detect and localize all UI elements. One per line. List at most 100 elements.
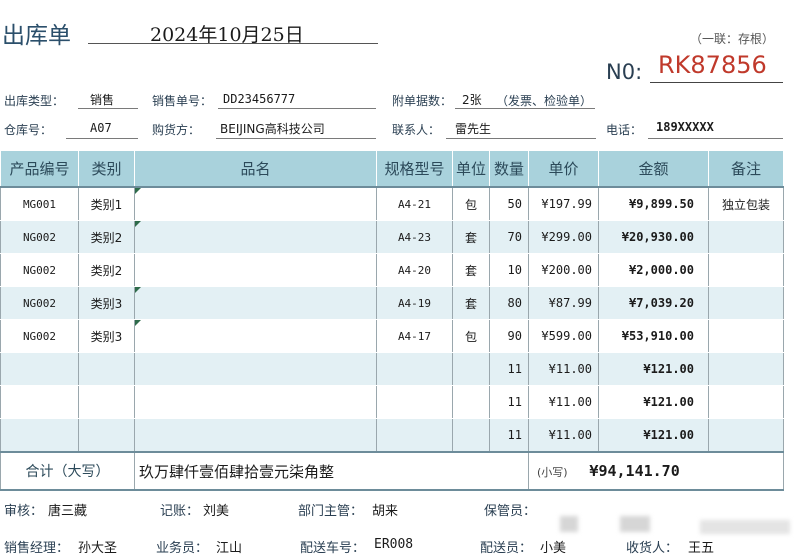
cell-amount[interactable]: ¥121.00 [598,385,709,419]
cell-note[interactable] [708,253,784,287]
cell-note[interactable] [708,385,784,419]
cell-amount[interactable]: ¥121.00 [598,352,709,386]
cell-note[interactable] [708,286,784,320]
cell-spec[interactable]: A4-20 [376,253,453,287]
number-label: N0: [606,60,643,84]
total-amount-number: ¥94,141.70 [589,462,680,480]
cell-spec[interactable]: A4-17 [376,319,453,353]
review-value: 唐三藏 [48,504,88,519]
sales-order-value: DD23456777 [223,92,296,106]
cell-qty[interactable]: 11 [489,352,529,386]
cell-qty[interactable]: 11 [489,418,529,453]
underline [218,108,376,109]
cell-spec[interactable]: A4-19 [376,286,453,320]
total-label: 合计（大写） [0,451,135,491]
document-number: RK87856 [658,51,767,79]
cell-price[interactable]: ¥11.00 [528,418,599,453]
cell-unit[interactable]: 套 [452,220,490,254]
table-header-row: 产品编号 类别 品名 规格型号 单位 数量 单价 金额 备注 [0,150,784,188]
outbound-type-label: 出库类型： [4,94,65,108]
total-row: 合计（大写） 玖万肆仟壹佰肆拾壹元柒角整 (小写) ¥94,141.70 [0,451,784,491]
cell-category[interactable] [78,385,135,419]
cell-amount[interactable]: ¥53,910.00 [598,319,709,353]
blurred-region [700,520,790,534]
cell-name[interactable] [134,220,377,254]
cell-category[interactable]: 类别3 [78,286,135,320]
cell-spec[interactable] [376,418,453,453]
cell-amount[interactable]: ¥20,930.00 [598,220,709,254]
total-amount-words[interactable]: 玖万肆仟壹佰肆拾壹元柒角整 [134,451,529,491]
cell-spec[interactable]: A4-21 [376,187,453,221]
attachment-count-value: 2张 [462,93,482,107]
column-header-name: 品名 [134,150,377,188]
cell-price[interactable]: ¥599.00 [528,319,599,353]
cell-price[interactable]: ¥87.99 [528,286,599,320]
cell-code[interactable] [0,418,79,453]
cell-price[interactable]: ¥11.00 [528,352,599,386]
cell-price[interactable]: ¥200.00 [528,253,599,287]
cell-category[interactable] [78,352,135,386]
cell-code[interactable]: NG002 [0,220,79,254]
cell-category[interactable] [78,418,135,453]
cell-category[interactable]: 类别3 [78,319,135,353]
buyer-value: BEIJING高科技公司 [220,122,325,136]
cell-code[interactable] [0,352,79,386]
cell-unit[interactable] [452,385,490,419]
cell-note[interactable] [708,418,784,453]
cell-note[interactable] [708,352,784,386]
receiver-value: 王五 [688,541,715,556]
cell-price[interactable]: ¥197.99 [528,187,599,221]
cell-code[interactable]: NG002 [0,286,79,320]
cell-spec[interactable]: A4-23 [376,220,453,254]
cell-amount[interactable]: ¥7,039.20 [598,286,709,320]
cell-unit[interactable] [452,352,490,386]
review-label: 审核： [4,504,44,519]
cell-amount[interactable]: ¥9,899.50 [598,187,709,221]
cell-name[interactable] [134,286,377,320]
cell-qty[interactable]: 80 [489,286,529,320]
cell-qty[interactable]: 50 [489,187,529,221]
cell-name[interactable] [134,418,377,453]
cell-name[interactable] [134,385,377,419]
cell-category[interactable]: 类别1 [78,187,135,221]
cell-price[interactable]: ¥299.00 [528,220,599,254]
underline [78,108,138,109]
delivery-vehicle-label: 配送车号： [300,541,366,556]
cell-amount[interactable]: ¥121.00 [598,418,709,453]
cell-category[interactable]: 类别2 [78,220,135,254]
total-amount-cell[interactable]: (小写) ¥94,141.70 [528,451,784,491]
cell-name[interactable] [134,352,377,386]
cell-category[interactable]: 类别2 [78,253,135,287]
cell-name[interactable] [134,187,377,221]
underline [66,138,138,139]
cell-code[interactable]: NG002 [0,319,79,353]
storekeeper-label: 保管员： [484,504,537,519]
delivery-person-label: 配送员： [480,541,533,556]
cell-note[interactable] [708,220,784,254]
cell-code[interactable] [0,385,79,419]
cell-unit[interactable]: 包 [452,319,490,353]
cell-qty[interactable]: 11 [489,385,529,419]
cell-amount[interactable]: ¥2,000.00 [598,253,709,287]
cell-note[interactable] [708,319,784,353]
cell-spec[interactable] [376,385,453,419]
cell-qty[interactable]: 90 [489,319,529,353]
cell-spec[interactable] [376,352,453,386]
cell-code[interactable]: NG002 [0,253,79,287]
cell-note[interactable]: 独立包装 [708,187,784,221]
cell-name[interactable] [134,319,377,353]
cell-qty[interactable]: 10 [489,253,529,287]
cell-code[interactable]: MG001 [0,187,79,221]
cell-unit[interactable]: 套 [452,286,490,320]
cell-name[interactable] [134,253,377,287]
phone-value: 189XXXXX [656,120,714,134]
cell-unit[interactable]: 套 [452,253,490,287]
cell-qty[interactable]: 70 [489,220,529,254]
cell-price[interactable]: ¥11.00 [528,385,599,419]
cell-unit[interactable] [452,418,490,453]
number-underline [650,82,783,83]
table-row: NG002 类别3 A4-19 套 80 ¥87.99 ¥7,039.20 [0,286,784,320]
cell-unit[interactable]: 包 [452,187,490,221]
salesperson-label: 业务员： [156,541,209,556]
warehouse-label: 仓库号： [4,123,53,137]
